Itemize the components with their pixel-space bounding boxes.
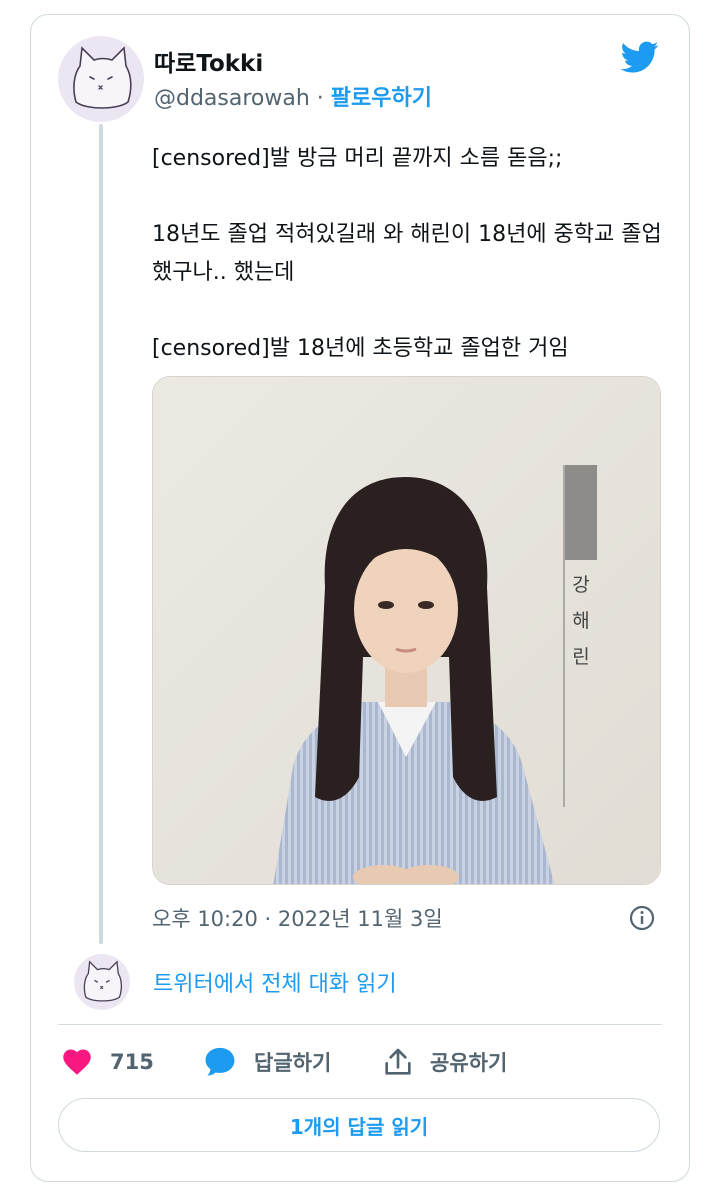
reply-button[interactable]: 답글하기 <box>202 1042 331 1082</box>
reply-label: 답글하기 <box>254 1051 332 1075</box>
author-handle-row: @ddasarowah · 팔로우하기 <box>154 80 432 112</box>
share-icon <box>385 1048 411 1075</box>
share-label: 공유하기 <box>430 1051 508 1075</box>
twitter-bird-icon[interactable] <box>618 38 662 76</box>
like-button[interactable]: 715 <box>60 1042 154 1082</box>
divider <box>58 1024 662 1025</box>
author-avatar[interactable] <box>58 36 144 122</box>
tweet-text: [censored]발 방금 머리 끝까지 소름 돋음;; 18년도 졸업 적혀… <box>152 146 662 361</box>
author-name[interactable]: 따로Tokki <box>154 44 263 78</box>
like-count: 715 <box>110 1050 154 1074</box>
read-replies-button[interactable]: 1개의 답글 읽기 <box>58 1098 660 1152</box>
reply-bubble-icon <box>205 1047 235 1076</box>
heart-icon <box>63 1049 91 1075</box>
thread-line <box>99 124 103 944</box>
read-conversation-link[interactable]: 트위터에서 전체 대화 읽기 <box>153 966 397 998</box>
read-replies-label: 1개의 답글 읽기 <box>289 1114 429 1139</box>
tweet-timestamp[interactable]: 오후 10:20 · 2022년 11월 3일 <box>152 903 443 933</box>
share-button[interactable]: 공유하기 <box>382 1042 507 1082</box>
handle-separator: · <box>316 86 324 111</box>
conversation-avatar[interactable] <box>74 954 130 1010</box>
action-bar: 715 답글하기 공유하기 <box>60 1042 660 1082</box>
tweet-photo[interactable]: 강 해 린 <box>152 376 661 885</box>
author-handle[interactable]: @ddasarowah <box>154 86 310 111</box>
info-icon[interactable] <box>628 904 656 932</box>
photo-name-label: 강 해 린 <box>572 574 590 668</box>
follow-button[interactable]: 팔로우하기 <box>331 86 432 111</box>
